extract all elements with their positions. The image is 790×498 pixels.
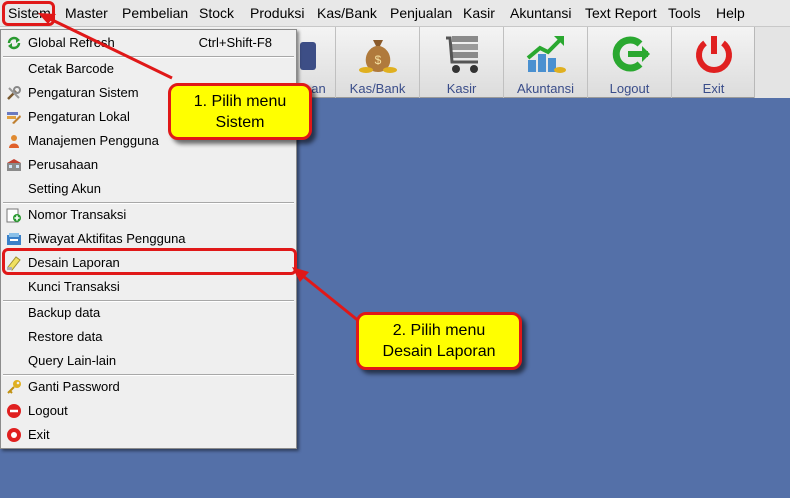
callout-step-1-line1: 1. Pilih menu xyxy=(193,92,287,110)
menu-item-global-refresh[interactable]: Global Refresh Ctrl+Shift-F8 xyxy=(1,32,296,54)
menu-item-label: Pengaturan Lokal xyxy=(28,109,130,124)
menu-item-label: Restore data xyxy=(28,329,103,344)
power-icon xyxy=(695,36,732,73)
menu-item-logout[interactable]: Logout xyxy=(1,400,296,422)
tools-icon xyxy=(7,86,21,100)
menu-item-backup-data[interactable]: Backup data xyxy=(1,302,296,324)
menu-help[interactable]: Help xyxy=(716,0,745,27)
add-document-icon xyxy=(6,208,21,223)
user-icon xyxy=(9,135,19,148)
money-bag-icon: $ xyxy=(358,40,397,73)
menu-item-restore-data[interactable]: Restore data xyxy=(1,326,296,348)
toolbar-button-akuntansi[interactable]: Akuntansi xyxy=(504,27,588,98)
menu-penjualan[interactable]: Penjualan xyxy=(390,0,452,27)
edit-icon xyxy=(7,112,21,124)
menu-bar: Sistem Master Pembelian Stock Produksi K… xyxy=(0,0,790,27)
menu-item-riwayat-aktifitas[interactable]: Riwayat Aktifitas Pengguna xyxy=(1,228,296,250)
exit-icon xyxy=(7,428,21,442)
toolbar-button-exit[interactable]: Exit xyxy=(672,27,756,98)
callout-step-2-line2: Desain Laporan xyxy=(382,343,496,360)
callout-step-2-line1: 2. Pilih menu xyxy=(392,322,486,339)
callout-step-1-line2: Sistem xyxy=(215,113,265,131)
menu-kas-bank[interactable]: Kas/Bank xyxy=(317,0,377,27)
menu-item-label: Nomor Transaksi xyxy=(28,207,127,222)
growth-chart-icon xyxy=(526,36,566,73)
toolbar-button-kas-bank-label: Kas/Bank xyxy=(349,81,406,96)
menu-item-label: Ganti Password xyxy=(28,379,120,394)
menu-pembelian[interactable]: Pembelian xyxy=(122,0,188,27)
menu-item-label: Riwayat Aktifitas Pengguna xyxy=(28,231,186,246)
menu-item-label: Exit xyxy=(28,427,50,442)
menu-item-nomor-transaksi[interactable]: Nomor Transaksi xyxy=(1,204,296,226)
toolbar-button-logout[interactable]: Logout xyxy=(588,27,672,98)
menu-item-label: Logout xyxy=(28,403,68,418)
menu-item-label: Perusahaan xyxy=(28,157,99,172)
menu-stock[interactable]: Stock xyxy=(199,0,234,27)
menu-tools[interactable]: Tools xyxy=(668,0,701,27)
toolbar-button-kasir-label: Kasir xyxy=(446,81,477,96)
menu-item-setting-akun[interactable]: Setting Akun xyxy=(1,178,296,200)
menu-item-cetak-barcode[interactable]: Cetak Barcode xyxy=(1,58,296,80)
menu-item-ganti-password[interactable]: Ganti Password xyxy=(1,376,296,398)
refresh-icon xyxy=(7,36,21,50)
svg-text:$: $ xyxy=(374,53,381,67)
toolbar-button-akuntansi-label: Akuntansi xyxy=(516,81,575,96)
logout-arrow-icon xyxy=(612,36,650,72)
menu-item-label: Cetak Barcode xyxy=(28,61,114,76)
menu-item-label: Pengaturan Sistem xyxy=(28,85,139,100)
callout-step-2: 2. Pilih menu Desain Laporan xyxy=(356,312,522,370)
key-icon xyxy=(7,380,21,394)
menu-item-label: Backup data xyxy=(28,305,101,320)
toolbar-right-panel xyxy=(754,27,790,98)
menu-item-label: Setting Akun xyxy=(28,181,101,196)
menu-item-query-lain-lain[interactable]: Query Lain-lain xyxy=(1,350,296,372)
menu-kasir[interactable]: Kasir xyxy=(463,0,495,27)
menu-item-label: Manajemen Pengguna xyxy=(28,133,159,148)
menu-text-report[interactable]: Text Report xyxy=(585,0,657,27)
cash-cart-icon xyxy=(445,36,478,73)
toolbar-button-exit-label: Exit xyxy=(702,81,725,96)
callout-step-1: 1. Pilih menu Sistem xyxy=(168,83,312,140)
menu-item-label: Global Refresh xyxy=(28,35,115,50)
logout-icon xyxy=(7,404,21,418)
menu-produksi[interactable]: Produksi xyxy=(250,0,304,27)
menu-item-perusahaan[interactable]: Perusahaan xyxy=(1,154,296,176)
toolbar-button-logout-label: Logout xyxy=(609,81,650,96)
menu-item-exit[interactable]: Exit xyxy=(1,424,296,446)
menu-item-shortcut: Ctrl+Shift-F8 xyxy=(198,35,272,50)
menu-item-kunci-transaksi[interactable]: Kunci Transaksi xyxy=(1,276,296,298)
history-icon xyxy=(7,233,21,245)
menu-item-label: Kunci Transaksi xyxy=(28,279,120,294)
highlight-sistem-menu xyxy=(2,1,55,26)
company-icon xyxy=(7,159,21,171)
highlight-desain-laporan xyxy=(2,248,297,275)
menu-item-label: Query Lain-lain xyxy=(28,353,117,368)
toolbar-button-kasir[interactable]: Kasir xyxy=(420,27,504,98)
menu-master[interactable]: Master xyxy=(65,0,108,27)
menu-akuntansi[interactable]: Akuntansi xyxy=(510,0,571,27)
toolbar-button-kas-bank[interactable]: $ Kas/Bank xyxy=(336,27,420,98)
